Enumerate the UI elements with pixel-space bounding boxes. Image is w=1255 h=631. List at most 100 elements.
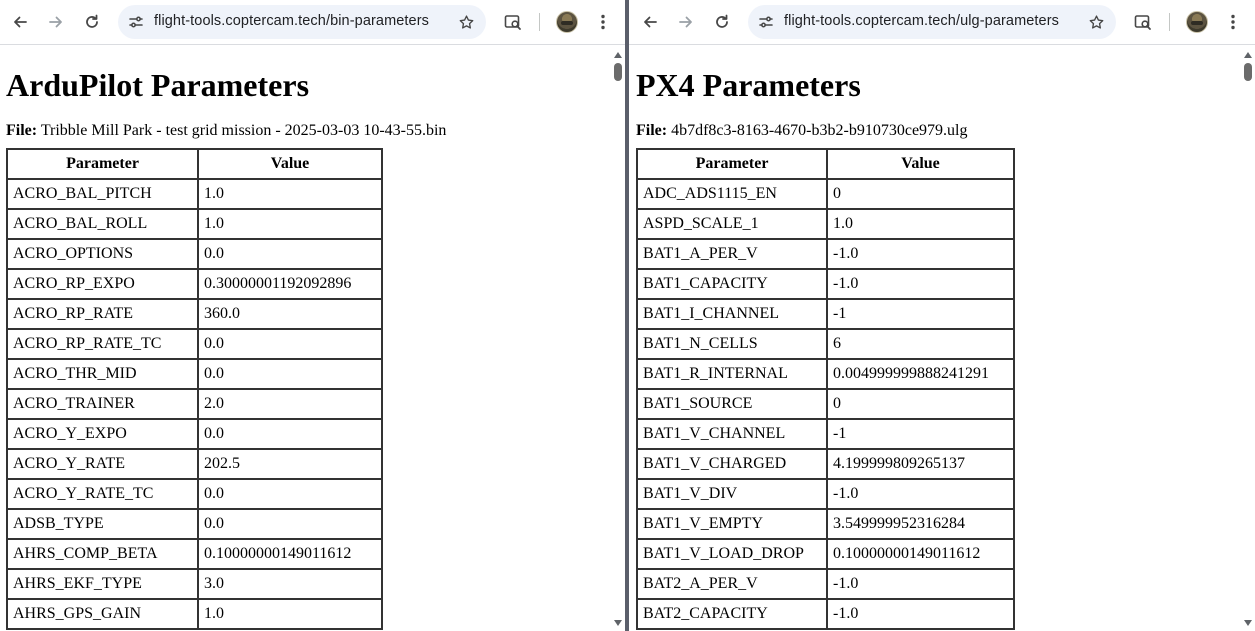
arrow-right-icon xyxy=(679,16,692,28)
scroll-down-arrow[interactable] xyxy=(1244,620,1252,626)
table-row: BAT1_V_LOAD_DROP 0.10000000149011612 xyxy=(637,539,1014,569)
avatar[interactable] xyxy=(1186,11,1208,33)
star-icon[interactable] xyxy=(1084,10,1108,34)
forward-button[interactable] xyxy=(41,7,71,37)
parameter-value: 0.004999999888241291 xyxy=(827,359,1014,389)
table-row: ACRO_THR_MID 0.0 xyxy=(7,359,382,389)
parameter-value: 360.0 xyxy=(198,299,382,329)
table-row: BAT1_I_CHANNEL -1 xyxy=(637,299,1014,329)
file-label: File: xyxy=(636,122,668,139)
parameter-value: 0 xyxy=(827,179,1014,209)
scroll-up-arrow[interactable] xyxy=(614,52,622,58)
parameter-value: -1.0 xyxy=(827,569,1014,599)
parameter-value: 0 xyxy=(827,389,1014,419)
parameter-value: 0.0 xyxy=(198,509,382,539)
page-content: PX4 Parameters File: 4b7df8c3-8163-4670-… xyxy=(629,46,1255,631)
table-row: ACRO_Y_RATE 202.5 xyxy=(7,449,382,479)
menu-button[interactable] xyxy=(1218,7,1248,37)
tune-icon[interactable] xyxy=(756,12,776,32)
parameter-value: -1.0 xyxy=(827,479,1014,509)
table-row: BAT2_CAPACITY -1.0 xyxy=(637,599,1014,629)
parameter-name: BAT1_N_CELLS xyxy=(637,329,827,359)
table-row: BAT1_V_DIV -1.0 xyxy=(637,479,1014,509)
parameter-name: ACRO_THR_MID xyxy=(7,359,198,389)
parameter-value: 0.10000000149011612 xyxy=(198,539,382,569)
back-button[interactable] xyxy=(5,7,35,37)
scroll-up-arrow[interactable] xyxy=(1244,52,1252,58)
browser-toolbar: flight-tools.coptercam.tech/ulg-paramete… xyxy=(629,0,1255,45)
scroll-down-arrow[interactable] xyxy=(614,620,622,626)
table-row: ACRO_Y_EXPO 0.0 xyxy=(7,419,382,449)
table-row: BAT1_V_EMPTY 3.549999952316284 xyxy=(637,509,1014,539)
parameter-name: AHRS_GPS_GAIN xyxy=(7,599,198,629)
star-icon[interactable] xyxy=(454,10,478,34)
forward-button[interactable] xyxy=(671,7,701,37)
arrow-right-icon xyxy=(49,16,62,28)
parameter-value: 0.30000001192092896 xyxy=(198,269,382,299)
table-row: BAT1_V_CHANNEL -1 xyxy=(637,419,1014,449)
page-search-button[interactable] xyxy=(498,7,528,37)
parameter-name: ASPD_SCALE_1 xyxy=(637,209,827,239)
search-page-icon xyxy=(1134,15,1151,30)
back-button[interactable] xyxy=(635,7,665,37)
reload-icon xyxy=(86,14,98,28)
toolbar-separator xyxy=(539,13,540,31)
table-row: AHRS_COMP_BETA 0.10000000149011612 xyxy=(7,539,382,569)
reload-button[interactable] xyxy=(77,7,107,37)
menu-button[interactable] xyxy=(588,7,618,37)
parameter-value: 6 xyxy=(827,329,1014,359)
table-row: BAT1_A_PER_V -1.0 xyxy=(637,239,1014,269)
parameter-name: BAT1_CAPACITY xyxy=(637,269,827,299)
tune-icon[interactable] xyxy=(126,12,146,32)
parameter-name: BAT1_V_CHANNEL xyxy=(637,419,827,449)
table-row: BAT1_R_INTERNAL 0.004999999888241291 xyxy=(637,359,1014,389)
url-text[interactable]: flight-tools.coptercam.tech/ulg-paramete… xyxy=(784,13,1059,29)
vertical-scrollbar[interactable] xyxy=(1241,46,1255,631)
address-bar[interactable]: flight-tools.coptercam.tech/bin-paramete… xyxy=(118,5,486,39)
table-row: BAT1_V_CHARGED 4.199999809265137 xyxy=(637,449,1014,479)
parameter-name: AHRS_COMP_BETA xyxy=(7,539,198,569)
parameter-column-header: Parameter xyxy=(7,149,198,179)
reload-button[interactable] xyxy=(707,7,737,37)
parameter-name: ADSB_TYPE xyxy=(7,509,198,539)
table-row: ACRO_RP_RATE 360.0 xyxy=(7,299,382,329)
right-browser-window: flight-tools.coptercam.tech/ulg-paramete… xyxy=(629,0,1255,631)
parameter-name: BAT2_CAPACITY xyxy=(637,599,827,629)
toolbar-separator xyxy=(1169,13,1170,31)
table-row: ACRO_BAL_ROLL 1.0 xyxy=(7,209,382,239)
parameter-name: ACRO_Y_EXPO xyxy=(7,419,198,449)
parameter-column-header: Parameter xyxy=(637,149,827,179)
parameter-name: BAT1_V_LOAD_DROP xyxy=(637,539,827,569)
scrollbar-thumb[interactable] xyxy=(614,63,622,81)
parameter-name: BAT1_V_EMPTY xyxy=(637,509,827,539)
page-title: PX4 Parameters xyxy=(636,67,861,103)
parameter-name: ACRO_OPTIONS xyxy=(7,239,198,269)
table-row: BAT1_CAPACITY -1.0 xyxy=(637,269,1014,299)
parameter-value: 4.199999809265137 xyxy=(827,449,1014,479)
value-column-header: Value xyxy=(198,149,382,179)
scrollbar-thumb[interactable] xyxy=(1244,63,1252,81)
reload-icon xyxy=(716,14,728,28)
page-title: ArduPilot Parameters xyxy=(6,67,310,103)
parameter-name: ACRO_Y_RATE_TC xyxy=(7,479,198,509)
left-browser-window: flight-tools.coptercam.tech/bin-paramete… xyxy=(0,0,625,631)
parameter-value: 1.0 xyxy=(198,209,382,239)
parameter-value: -1 xyxy=(827,419,1014,449)
parameter-value: 1.0 xyxy=(827,209,1014,239)
parameter-name: BAT1_A_PER_V xyxy=(637,239,827,269)
parameter-value: 0.0 xyxy=(198,359,382,389)
avatar[interactable] xyxy=(556,11,578,33)
table-row: AHRS_EKF_TYPE 3.0 xyxy=(7,569,382,599)
address-bar[interactable]: flight-tools.coptercam.tech/ulg-paramete… xyxy=(748,5,1116,39)
parameter-name: BAT1_SOURCE xyxy=(637,389,827,419)
file-name: Tribble Mill Park - test grid mission - … xyxy=(40,122,447,139)
page-search-button[interactable] xyxy=(1128,7,1158,37)
arrow-left-icon xyxy=(14,16,27,28)
url-text[interactable]: flight-tools.coptercam.tech/bin-paramete… xyxy=(154,13,429,29)
table-row: ACRO_BAL_PITCH 1.0 xyxy=(7,179,382,209)
file-info: File: Tribble Mill Park - test grid miss… xyxy=(6,122,625,140)
file-name: 4b7df8c3-8163-4670-b3b2-b910730ce979.ulg xyxy=(671,122,968,139)
table-row: ADSB_TYPE 0.0 xyxy=(7,509,382,539)
vertical-scrollbar[interactable] xyxy=(611,46,625,631)
table-header-row: Parameter Value xyxy=(637,149,1014,179)
